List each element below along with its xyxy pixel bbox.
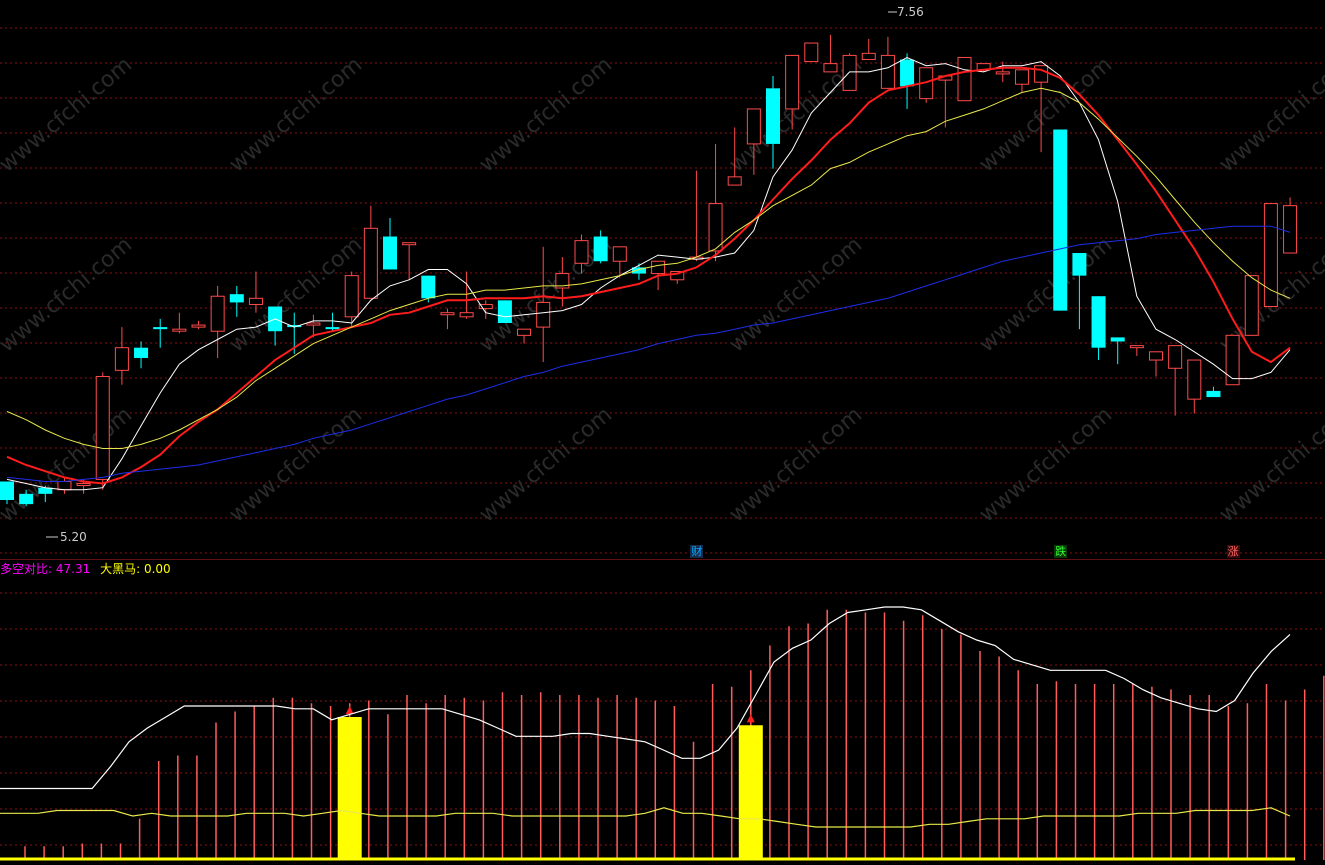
signal-marker-zhang: 涨 — [1226, 545, 1240, 558]
ratio-label: 多空对比: — [0, 562, 53, 576]
low-price-label: 5.20 — [60, 530, 87, 544]
horse-label: 大黑马: — [100, 562, 141, 576]
indicator-line — [0, 606, 1291, 790]
indicator-legend: 多空对比: 47.31 大黑马: 0.00 — [0, 562, 171, 576]
horse-value: 0.00 — [143, 562, 171, 576]
chart-window: www.cfchi.com www.cfchi.com www.cfchi.com w… — [0, 0, 1325, 865]
signal-block — [738, 725, 763, 860]
signal-marker-die: 跌 — [1054, 545, 1068, 558]
signal-arrow — [345, 706, 354, 714]
signal-arrow — [746, 714, 755, 723]
indicator-panel[interactable] — [0, 0, 1325, 865]
high-price-label: 7.56 — [897, 5, 924, 19]
indicator-line — [0, 807, 1291, 828]
signal-marker-cai: 财 — [690, 545, 704, 558]
signal-block — [337, 717, 362, 860]
ratio-value: 47.31 — [55, 562, 91, 576]
